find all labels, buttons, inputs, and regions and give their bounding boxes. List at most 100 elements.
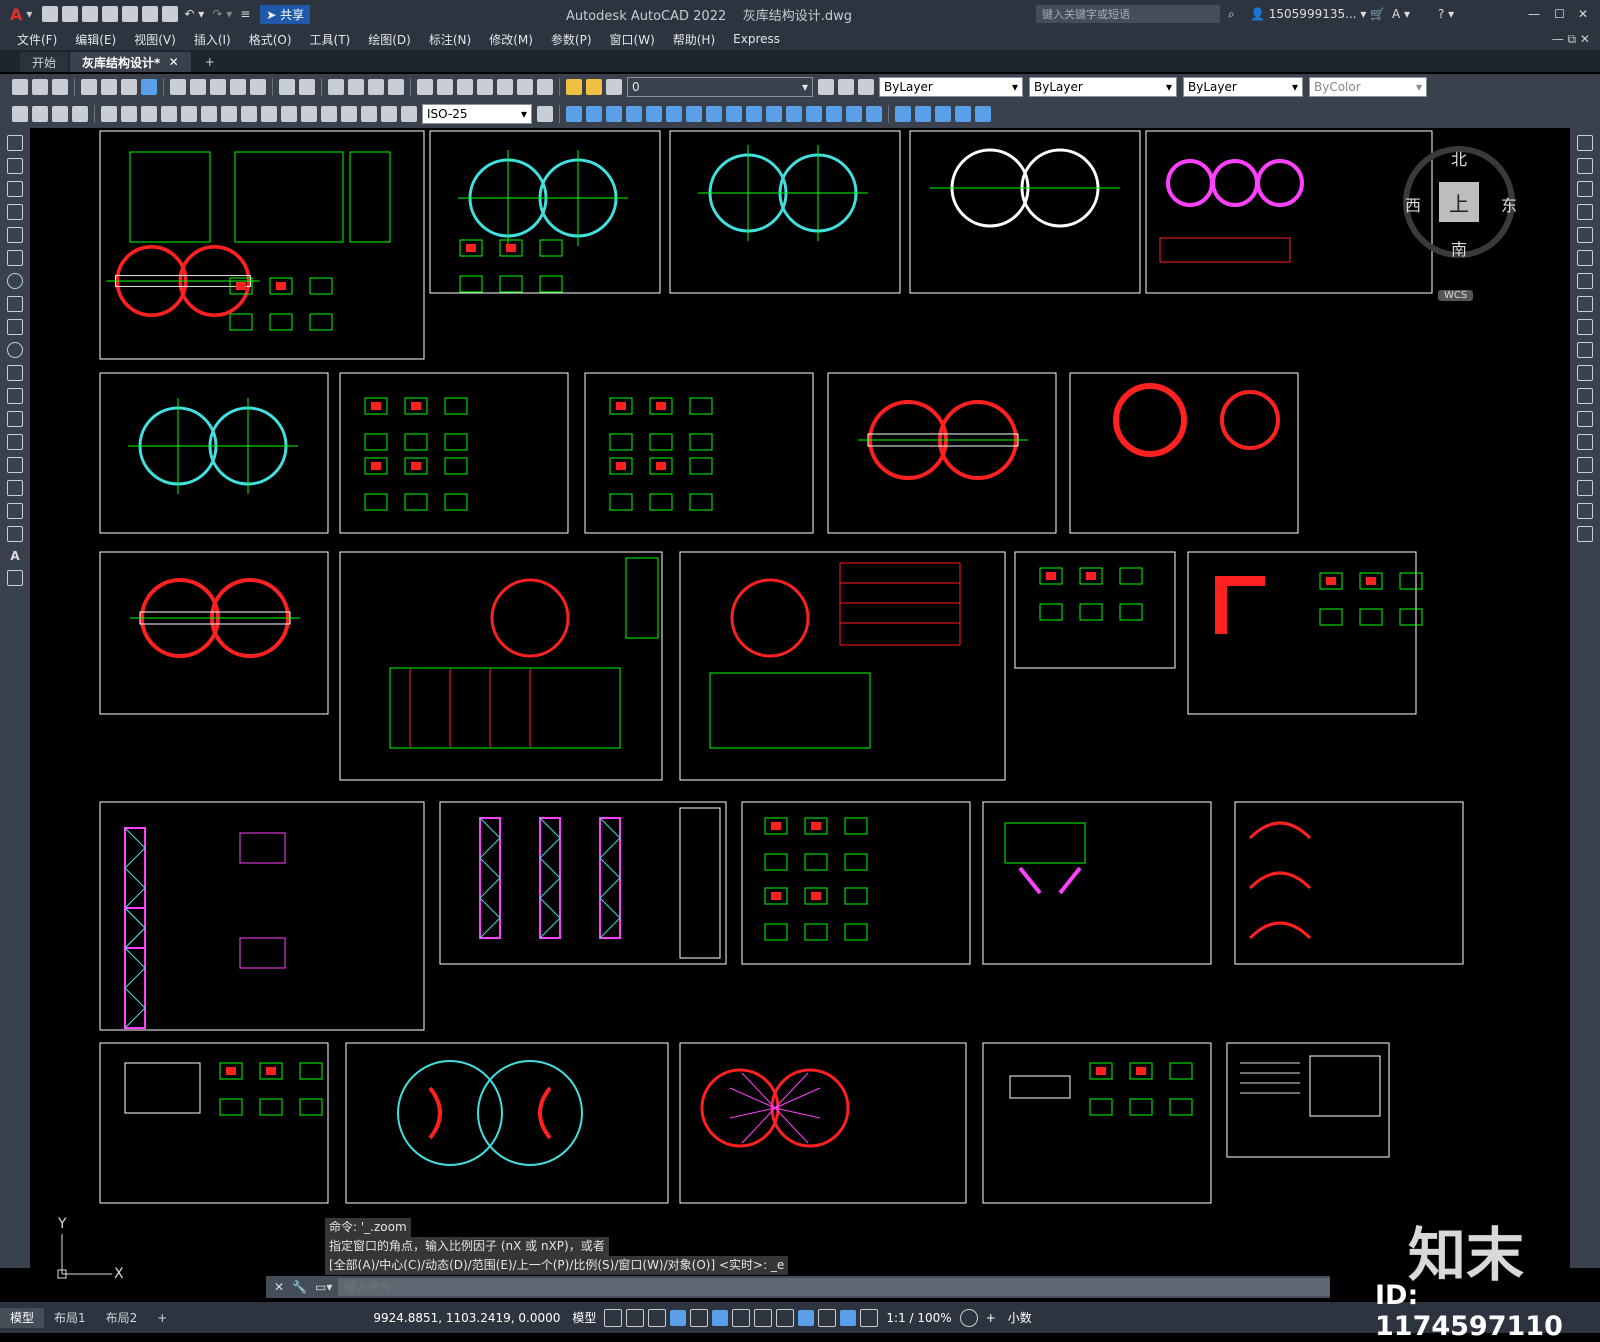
isodraft-icon[interactable] <box>690 1308 709 1327</box>
annotation-scale[interactable]: 1:1 / 100% <box>880 1311 957 1325</box>
insert-icon[interactable] <box>7 388 23 404</box>
properties-icon[interactable] <box>417 79 433 95</box>
layout-tab-1[interactable]: 布局1 <box>44 1308 96 1328</box>
publish-icon[interactable] <box>142 6 159 22</box>
viewcube-top-face[interactable]: 上 <box>1439 182 1479 222</box>
chamfer-icon[interactable] <box>826 106 842 122</box>
copy-side-icon[interactable] <box>1577 158 1593 174</box>
ellipse-arc-icon[interactable] <box>7 365 23 381</box>
zoom-window-icon[interactable] <box>368 79 384 95</box>
compass-north[interactable]: 北 <box>1451 146 1467 170</box>
move-side-icon[interactable] <box>1577 250 1593 266</box>
close-icon[interactable]: ✕ <box>274 1280 284 1294</box>
lineweight-icon[interactable] <box>732 1308 751 1327</box>
tab-drawing[interactable]: 灰库结构设计* ✕ <box>70 52 191 72</box>
print-preview-icon[interactable] <box>101 79 117 95</box>
wcs-menu[interactable]: WCS <box>1438 290 1474 301</box>
annotation-scale-icon[interactable] <box>860 1308 879 1327</box>
rectangle-icon[interactable] <box>7 227 23 243</box>
polyline-icon[interactable] <box>7 181 23 197</box>
dim-ordinate-icon[interactable] <box>72 106 88 122</box>
dim-aligned-icon[interactable] <box>32 106 48 122</box>
markup-icon[interactable] <box>497 79 513 95</box>
layout-tab-2[interactable]: 布局2 <box>96 1308 148 1328</box>
plot-icon[interactable] <box>162 6 179 22</box>
construction-line-icon[interactable] <box>7 158 23 174</box>
tool-palettes-icon[interactable] <box>457 79 473 95</box>
menu-view[interactable]: 视图(V) <box>125 31 185 48</box>
jogged-linear-icon[interactable] <box>341 106 357 122</box>
table-icon[interactable] <box>955 106 971 122</box>
lineweight-dropdown[interactable]: ByLayer ▾ <box>1183 77 1303 97</box>
dimstyle-manager-icon[interactable] <box>537 106 553 122</box>
model-space-toggle[interactable]: 模型 <box>566 1309 602 1326</box>
ellipse-icon[interactable] <box>7 342 23 358</box>
make-block-icon[interactable] <box>915 106 931 122</box>
redo-tool-icon[interactable] <box>299 79 315 95</box>
offset-side-icon[interactable] <box>1577 204 1593 220</box>
pan-icon[interactable] <box>328 79 344 95</box>
trim-side-icon[interactable] <box>1577 342 1593 358</box>
make-current-icon[interactable] <box>838 79 854 95</box>
layer-freeze-icon[interactable] <box>586 79 602 95</box>
search-box[interactable]: 键入关键字或短语 <box>1036 5 1220 23</box>
extend-side-icon[interactable] <box>1577 365 1593 381</box>
command-input[interactable] <box>338 1278 1330 1296</box>
dim-space-icon[interactable] <box>241 106 257 122</box>
rotate-icon[interactable] <box>686 106 702 122</box>
close-button[interactable]: ✕ <box>1578 7 1588 21</box>
gizmo-icon[interactable] <box>818 1308 837 1327</box>
user-account[interactable]: 👤 1505999135... ▾ <box>1250 7 1366 21</box>
layer-properties-icon[interactable] <box>818 79 834 95</box>
open-file-icon[interactable] <box>32 79 48 95</box>
redo-icon[interactable]: ↷ ▾ <box>212 7 232 21</box>
break-point-icon[interactable] <box>1577 388 1593 404</box>
dim-baseline-icon[interactable] <box>201 106 217 122</box>
copy-icon[interactable] <box>190 79 206 95</box>
autodesk-app-icon[interactable]: A ▾ <box>1392 7 1410 21</box>
block-icon[interactable] <box>7 411 23 427</box>
line-icon[interactable] <box>7 135 23 151</box>
join-side-icon[interactable] <box>1577 434 1593 450</box>
menu-dimension[interactable]: 标注(N) <box>420 31 480 48</box>
design-center-icon[interactable] <box>437 79 453 95</box>
new-icon[interactable] <box>42 6 59 22</box>
save-as-icon[interactable] <box>102 6 119 22</box>
share-button[interactable]: ➤ 共享 <box>260 4 311 24</box>
match-properties-icon[interactable] <box>230 79 246 95</box>
app-logo-icon[interactable]: A <box>10 5 22 24</box>
menu-window[interactable]: 窗口(W) <box>601 31 664 48</box>
dim-angular-icon[interactable] <box>161 106 177 122</box>
polar-icon[interactable] <box>670 1309 687 1326</box>
dim-arc-icon[interactable] <box>52 106 68 122</box>
move-icon[interactable] <box>666 106 682 122</box>
trim-icon[interactable] <box>746 106 762 122</box>
units-dropdown[interactable]: 小数 <box>1002 1309 1038 1326</box>
print-icon[interactable] <box>81 79 97 95</box>
chevron-down-icon[interactable]: ▾ <box>26 7 32 21</box>
web-mobile-icon[interactable] <box>122 6 139 22</box>
dim-text-edit-icon[interactable] <box>381 106 397 122</box>
new-layout-button[interactable]: + <box>147 1308 177 1328</box>
color-dropdown[interactable]: ByLayer ▾ <box>879 77 1023 97</box>
undo-icon[interactable]: ↶ ▾ <box>184 7 204 21</box>
menu-draw[interactable]: 绘图(D) <box>359 31 420 48</box>
menu-format[interactable]: 格式(O) <box>240 31 301 48</box>
open-icon[interactable] <box>62 6 79 22</box>
dim-continue-icon[interactable] <box>221 106 237 122</box>
insert-block-icon[interactable] <box>895 106 911 122</box>
customize-icon[interactable]: 🔧 <box>292 1280 307 1294</box>
recent-commands-icon[interactable]: ▭▾ <box>315 1280 332 1294</box>
point-icon[interactable] <box>7 434 23 450</box>
minimize-button[interactable]: — <box>1528 7 1540 21</box>
compass-south[interactable]: 南 <box>1451 236 1467 260</box>
cut-icon[interactable] <box>170 79 186 95</box>
menu-tools[interactable]: 工具(T) <box>301 31 360 48</box>
compass-west[interactable]: 西 <box>1405 192 1421 216</box>
dim-jogged-icon[interactable] <box>121 106 137 122</box>
rotate-side-icon[interactable] <box>1577 273 1593 289</box>
plus-icon[interactable]: + <box>980 1311 1002 1325</box>
blend-icon[interactable] <box>1577 503 1593 519</box>
menu-express[interactable]: Express <box>724 32 789 46</box>
stretch-icon[interactable] <box>726 106 742 122</box>
